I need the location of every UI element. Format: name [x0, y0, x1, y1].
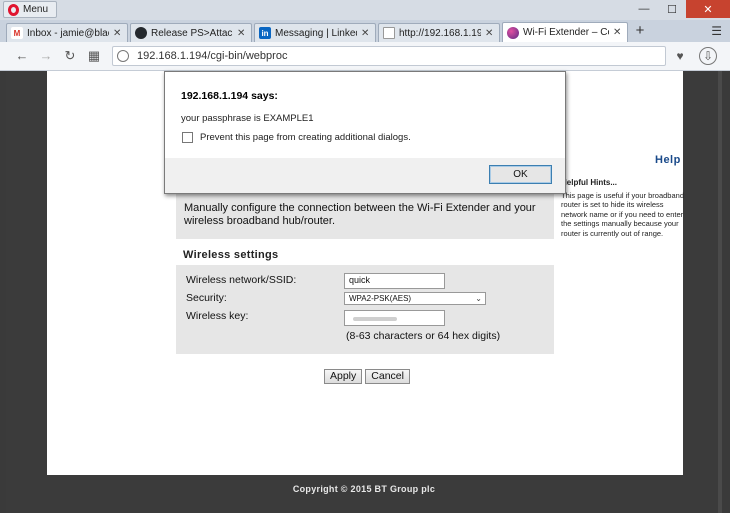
url-text: 192.168.1.194/cgi-bin/webproc: [137, 50, 288, 62]
wireless-settings-panel: Wireless network/SSID: quick Security: W…: [176, 265, 554, 354]
apply-button[interactable]: Apply: [324, 369, 363, 384]
reload-button[interactable]: ↻: [62, 48, 78, 64]
close-tab-icon[interactable]: ✕: [613, 27, 623, 38]
ssid-input[interactable]: quick: [344, 273, 445, 289]
security-value: WPA2-PSK(AES): [349, 294, 412, 303]
help-title: Help: [655, 154, 681, 166]
helpful-hints: Helpful Hints... This page is useful if …: [561, 178, 685, 239]
address-toolbar: ← → ↻ ▦ 192.168.1.194/cgi-bin/webproc ♥ …: [0, 42, 730, 71]
ssid-label: Wireless network/SSID:: [186, 274, 297, 286]
page-icon: [383, 27, 395, 39]
hints-title: Helpful Hints...: [561, 178, 617, 187]
opera-menu-button[interactable]: Menu: [3, 1, 58, 18]
security-select[interactable]: WPA2-PSK(AES) ⌄: [344, 292, 486, 305]
copyright-footer: Copyright © 2015 BT Group plc: [292, 484, 436, 494]
wireless-settings-title: Wireless settings: [183, 249, 279, 261]
tab-title: Release PS>Attack v: [151, 27, 233, 39]
scrollbar[interactable]: [718, 71, 722, 513]
close-window-button[interactable]: ✕: [686, 0, 730, 18]
tab-title: http://192.168.1.194: [399, 27, 481, 39]
tab-bar: M Inbox - jamie@black ✕ Release PS>Attac…: [0, 20, 730, 42]
dialog-title: 192.168.1.194 says:: [181, 90, 278, 102]
wireless-key-input[interactable]: [344, 310, 445, 326]
tab-router-ip[interactable]: http://192.168.1.194 ✕: [378, 23, 500, 42]
new-tab-button[interactable]: +: [632, 23, 648, 40]
tab-wifi-extender[interactable]: Wi-Fi Extender – Cor ✕: [502, 22, 628, 42]
tab-title: Wi-Fi Extender – Cor: [523, 27, 609, 38]
tab-github[interactable]: Release PS>Attack v ✕: [130, 23, 252, 42]
tab-linkedin[interactable]: in Messaging | LinkedIn ✕: [254, 23, 376, 42]
tab-title: Messaging | LinkedIn: [275, 27, 357, 39]
close-tab-icon[interactable]: ✕: [361, 28, 371, 39]
prevent-dialogs-label[interactable]: Prevent this page from creating addition…: [200, 132, 411, 143]
alert-dialog: 192.168.1.194 says: your passphrase is E…: [164, 71, 566, 194]
close-tab-icon[interactable]: ✕: [485, 28, 495, 39]
bookmark-heart-icon[interactable]: ♥: [671, 47, 689, 65]
redacted-key-blur: [353, 317, 397, 321]
hints-text: This page is useful if your broadband ro…: [561, 190, 684, 238]
close-tab-icon[interactable]: ✕: [113, 28, 123, 39]
close-tab-icon[interactable]: ✕: [237, 28, 247, 39]
wireless-key-label: Wireless key:: [186, 310, 249, 322]
browser-menubar: Menu — ☐ ✕: [0, 0, 730, 20]
linkedin-icon: in: [259, 27, 271, 39]
bt-globe-icon: [507, 26, 519, 39]
back-button[interactable]: ←: [14, 48, 30, 64]
url-field[interactable]: 192.168.1.194/cgi-bin/webproc: [112, 46, 666, 66]
tab-gmail[interactable]: M Inbox - jamie@black ✕: [6, 23, 128, 42]
chevron-down-icon: ⌄: [475, 294, 482, 303]
opera-logo-icon: [8, 3, 19, 16]
window-controls: — ☐ ✕: [630, 0, 730, 18]
tab-title: Inbox - jamie@black: [27, 27, 109, 39]
dialog-body: 192.168.1.194 says: your passphrase is E…: [165, 72, 565, 158]
prevent-dialogs-checkbox[interactable]: [182, 132, 193, 143]
form-buttons: Apply Cancel: [324, 369, 410, 384]
cancel-button[interactable]: Cancel: [365, 369, 410, 384]
security-label: Security:: [186, 292, 227, 304]
download-icon[interactable]: ⇩: [699, 47, 717, 65]
dialog-ok-button[interactable]: OK: [489, 165, 552, 184]
tab-menu-icon[interactable]: ☰: [711, 24, 722, 38]
speed-dial-icon[interactable]: ▦: [86, 48, 102, 64]
key-hint: (8-63 characters or 64 hex digits): [346, 330, 501, 342]
gmail-icon: M: [11, 27, 23, 39]
maximize-button[interactable]: ☐: [658, 0, 686, 18]
globe-icon: [117, 50, 129, 62]
dialog-message: your passphrase is EXAMPLE1: [181, 113, 314, 124]
minimize-button[interactable]: —: [630, 0, 658, 18]
forward-button[interactable]: →: [38, 48, 54, 64]
intro-text: Manually configure the connection betwee…: [176, 191, 554, 239]
github-icon: [135, 27, 147, 39]
menu-label: Menu: [23, 4, 49, 15]
